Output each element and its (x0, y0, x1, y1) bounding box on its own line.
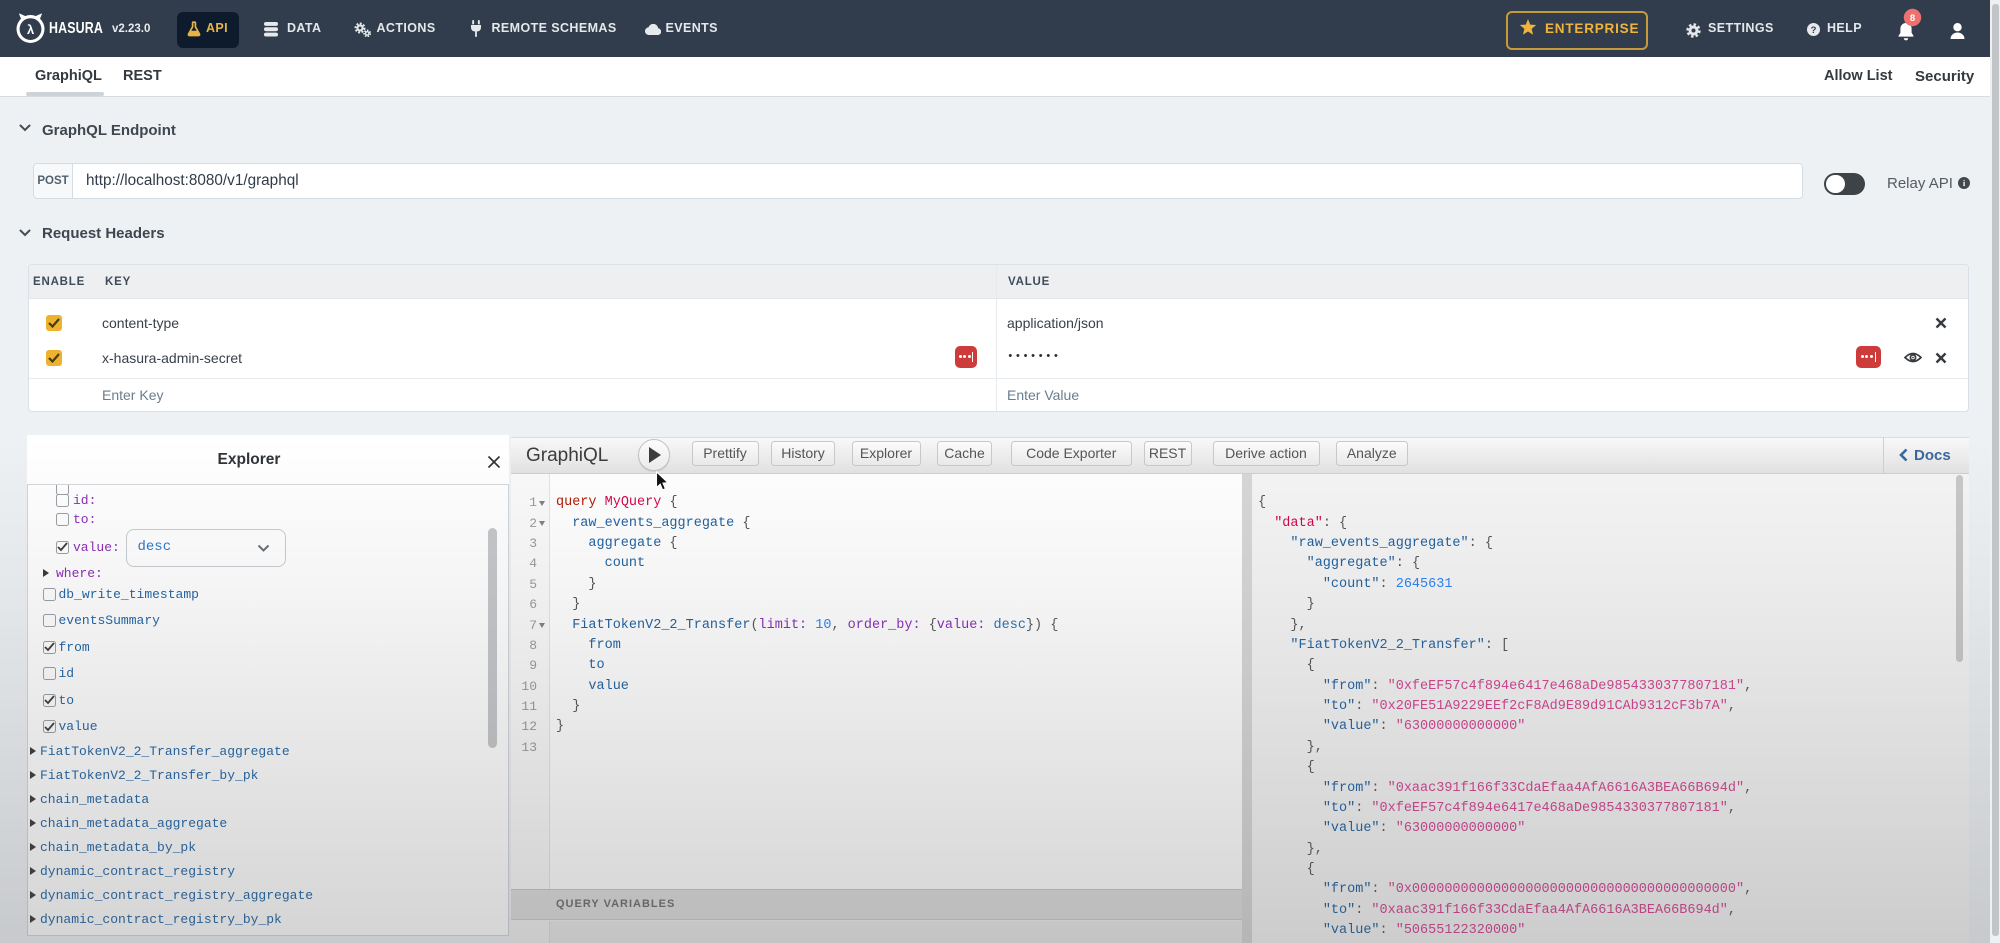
svg-text:?: ? (1811, 25, 1817, 36)
svg-text:8: 8 (1910, 13, 1915, 24)
svg-text:λ: λ (27, 22, 35, 37)
